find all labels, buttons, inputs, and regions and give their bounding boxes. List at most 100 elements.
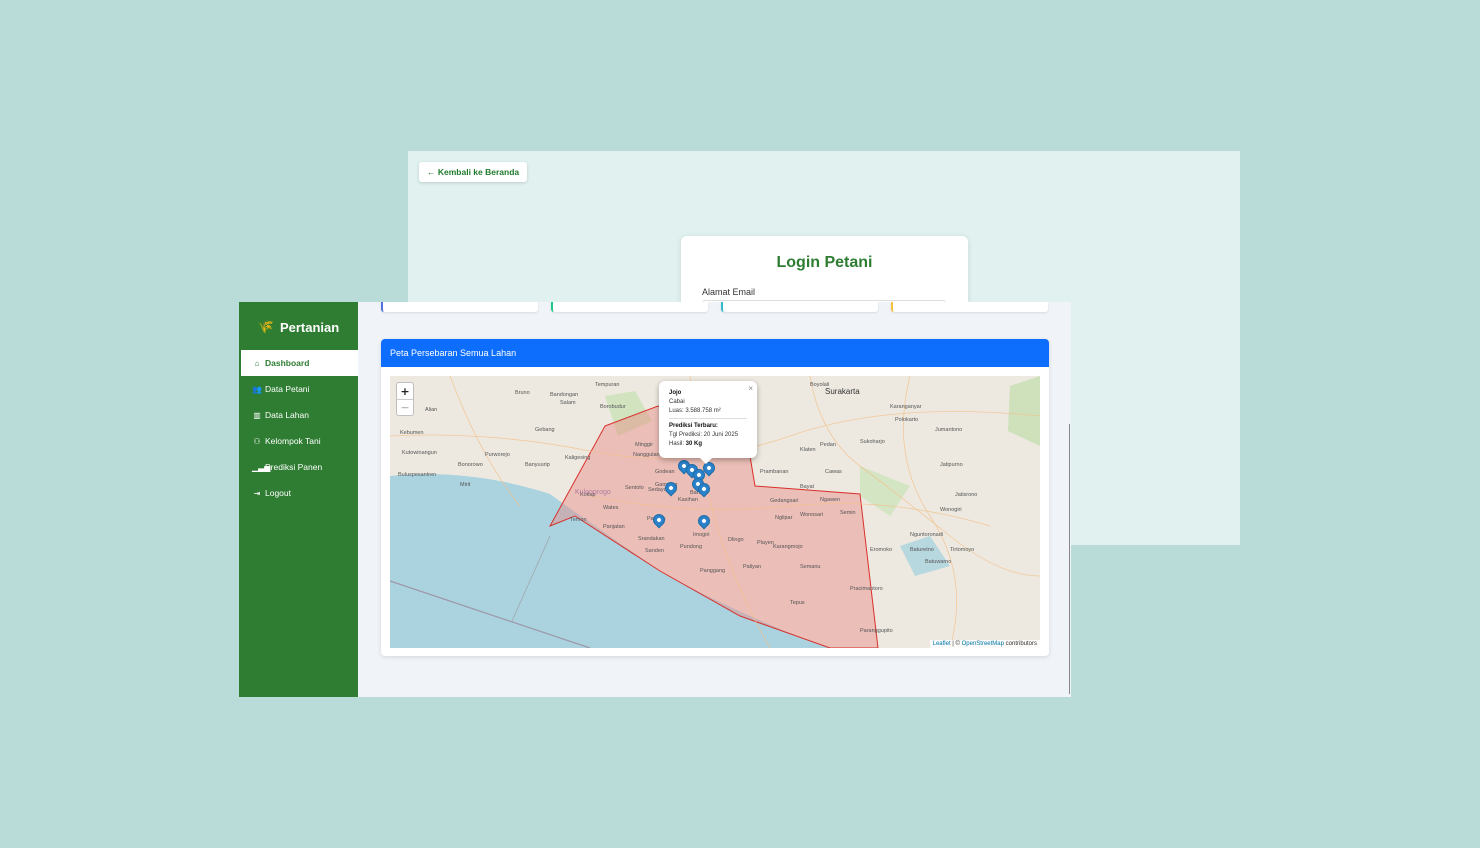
stat-card — [381, 302, 538, 312]
map-place-label: Pedan — [820, 442, 836, 448]
sidebar-item-label: Prediksi Panen — [265, 462, 323, 472]
map-place-label: Minggir — [635, 442, 653, 448]
home-icon: ⌂ — [254, 358, 260, 368]
stat-card — [721, 302, 878, 312]
popup-yield-label: Hasil: — [669, 441, 686, 447]
map-place-label: Mirit — [460, 482, 471, 488]
map-place-label: Godean — [655, 469, 675, 475]
map-card: Peta Persebaran Semua Lahan Tempuran Ban… — [381, 339, 1049, 656]
map-place-label: Eromoko — [870, 547, 892, 553]
wheat-icon: 🌾 — [257, 319, 274, 335]
map-place-label: Jatisrono — [955, 492, 977, 498]
map-place-label: Salam — [560, 400, 576, 406]
attribution-tail: contributors — [1003, 641, 1037, 647]
map-place-label: Tepus — [790, 600, 805, 606]
sidebar-item-label: Dashboard — [265, 358, 310, 368]
map-place-label: Bandongan — [550, 392, 578, 398]
map-place-label: Gebang — [535, 427, 555, 433]
map-place-label: Tirtomoyo — [950, 547, 974, 553]
map-place-label: Buluspesantren — [398, 472, 436, 478]
map-place-label: Wonogiri — [940, 507, 962, 513]
stat-card — [891, 302, 1048, 312]
map-place-label: Temon — [570, 517, 587, 523]
map-place-label: Kebumen — [400, 430, 424, 436]
map-place-label: Nanggulan — [633, 452, 660, 458]
map-place-label: Klaten — [800, 447, 816, 453]
map-place-label: Dlingo — [728, 537, 744, 543]
sidebar-item-kelompok-tani[interactable]: ⚇ Kelompok Tani — [241, 428, 358, 454]
sidebar-item-dashboard[interactable]: ⌂ Dashboard — [241, 350, 358, 376]
sidebar-item-prediksi-panen[interactable]: ▁▃▅ Prediksi Panen — [241, 454, 358, 480]
map-place-label: Panjatan — [603, 524, 625, 530]
popup-divider — [669, 418, 747, 419]
map-place-label: Jumantono — [935, 427, 962, 433]
dashboard-window: 🌾 Pertanian ⌂ Dashboard 👥 Data Petani ▥ … — [239, 302, 1071, 697]
window-edge — [1069, 424, 1070, 694]
map-place-label: Imogiri — [693, 532, 710, 538]
group-icon: ⚇ — [253, 436, 261, 446]
sidebar-item-label: Data Lahan — [265, 410, 309, 420]
map-place-label: Ngawen — [820, 497, 840, 503]
sidebar-item-label: Kelompok Tani — [265, 436, 321, 446]
osm-link[interactable]: OpenStreetMap — [962, 641, 1004, 647]
map-place-label: Alian — [425, 407, 437, 413]
zoom-control: + − — [396, 382, 414, 416]
leaflet-map[interactable]: TempuranBandonganSalamMuntilanBorobudurB… — [390, 376, 1040, 648]
map-place-label: Sentolo — [625, 485, 644, 491]
logout-icon: ⇥ — [253, 488, 261, 498]
map-place-label: Pundong — [680, 544, 702, 550]
map-popup: × Jojo Cabai Luas: 3.588.758 m² Prediksi… — [659, 381, 757, 464]
map-place-label: Kutowinangun — [402, 450, 437, 456]
map-place-label: Paranggupito — [860, 628, 893, 634]
map-place-label: Baturetno — [910, 547, 934, 553]
map-place-label: Nglipar — [775, 515, 793, 521]
zoom-out-button[interactable]: − — [397, 399, 413, 415]
brand: 🌾 Pertanian — [239, 318, 358, 336]
leaflet-link[interactable]: Leaflet — [933, 641, 951, 647]
sidebar-item-data-lahan[interactable]: ▥ Data Lahan — [241, 402, 358, 428]
back-to-home-button[interactable]: ← Kembali ke Beranda — [419, 162, 528, 182]
map-place-label: Paliyan — [743, 564, 761, 570]
users-icon: 👥 — [252, 384, 262, 394]
map-place-label: Batuwarno — [925, 559, 951, 565]
map-place-label: Nguntoronadi — [910, 532, 943, 538]
map-place-label: Srandakan — [638, 536, 665, 542]
map-place-label: Polokarto — [895, 417, 918, 423]
map-place-label: Purworejo — [485, 452, 510, 458]
popup-pred-title: Prediksi Terbaru: — [669, 423, 718, 429]
map-place-label: Wonosari — [800, 512, 823, 518]
email-label: Alamat Email — [702, 287, 756, 297]
map-place-label: Jatipurno — [940, 462, 963, 468]
map-place-label: Borobudur — [600, 404, 626, 410]
map-place-label: Karanganyar — [890, 404, 922, 410]
sidebar: 🌾 Pertanian ⌂ Dashboard 👥 Data Petani ▥ … — [239, 302, 358, 697]
brand-title: Pertanian — [279, 319, 340, 335]
map-place-label: Wates — [603, 505, 619, 511]
map-place-label: Karangmojo — [773, 544, 803, 550]
login-title: Login Petani — [776, 254, 873, 271]
map-icon: ▥ — [253, 410, 261, 420]
map-place-label: Bonorowo — [458, 462, 483, 468]
close-icon[interactable]: × — [748, 383, 753, 395]
sidebar-item-logout[interactable]: ⇥ Logout — [241, 480, 358, 506]
map-place-label: Bruno — [515, 390, 530, 396]
map-place-label: Semin — [840, 510, 856, 516]
popup-area: Luas: 3.588.758 m² — [669, 408, 721, 414]
sidebar-item-label: Logout — [265, 488, 291, 498]
map-place-label: Semanu — [800, 564, 821, 570]
sidebar-nav: ⌂ Dashboard 👥 Data Petani ▥ Data Lahan ⚇… — [241, 350, 358, 506]
map-place-label: Kulonprogo — [575, 489, 611, 496]
sidebar-item-data-petani[interactable]: 👥 Data Petani — [241, 376, 358, 402]
map-place-label: Gedangsari — [770, 498, 798, 504]
map-place-label: Cawas — [825, 469, 842, 475]
map-place-label: Prambanan — [760, 469, 788, 475]
attribution-sep: | © — [950, 641, 962, 647]
map-place-label: Bayat — [800, 484, 815, 490]
map-place-label: Sukoharjo — [860, 439, 885, 445]
sidebar-item-label: Data Petani — [265, 384, 310, 394]
map-place-label: Kaligesing — [565, 455, 590, 461]
zoom-in-button[interactable]: + — [397, 383, 413, 399]
popup-pred-date: Tgl Prediksi: 20 Juni 2025 — [669, 432, 739, 438]
popup-yield-value: 30 Kg — [685, 441, 703, 447]
map-place-label: Tempuran — [595, 382, 619, 388]
